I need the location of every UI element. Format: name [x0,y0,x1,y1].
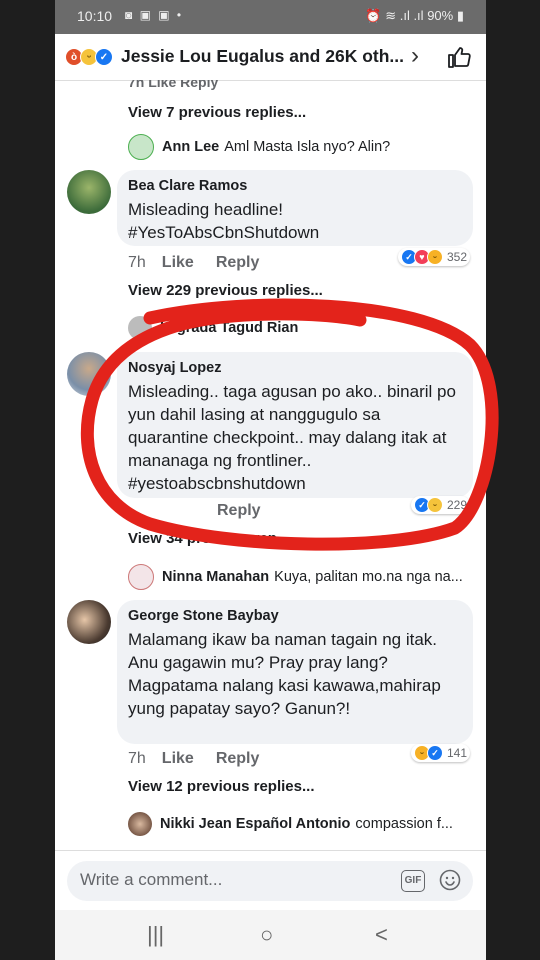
comment-composer: Write a comment... GIF [55,850,486,911]
battery-icon: ▮ [456,8,464,23]
comment-author[interactable]: George Stone Baybay [128,608,461,624]
reply-text: compassion f... [355,816,453,832]
reply-text: Kuya, palitan mo.na nga na... [274,569,463,585]
reaction-count-badge[interactable]: ✓ ♥ ᵕ 352 [397,248,470,266]
comment-actions: 7h Like Reply [128,750,281,768]
cut-actions-row: 7h Like Reply [128,80,219,90]
status-time: 10:10 [77,8,113,24]
comment-author[interactable]: Bea Clare Ramos [128,178,461,194]
emoji-icon[interactable] [439,869,461,891]
reply-author[interactable]: Nikki Jean Español Antonio [160,816,350,832]
status-right: ⏰ ≋ .ıl .ıl 90% ▮ [365,8,464,24]
reply-button[interactable]: Reply [216,750,260,767]
avatar[interactable] [67,352,111,396]
comment-bubble[interactable]: George Stone Baybay Malamang ikaw ba nam… [117,600,473,744]
android-nav-bar: ||| ○ < [55,910,486,960]
reply-preview[interactable]: Nikki Jean Español Antonio compassion f.… [128,812,453,836]
like-reaction-icon: ✓ [426,745,443,761]
chevron-right-icon[interactable]: › [411,42,419,70]
reaction-count: 141 [446,746,467,760]
comment-text: Malamang ikaw ba naman tagain ng itak. A… [128,630,441,718]
signal-icons: ⏰ ≋ .ıl .ıl [365,8,424,23]
comment-actions: Reply [217,502,283,520]
reply-button[interactable]: Reply [216,254,260,271]
comment-text: Misleading headline! #YesToAbsCbnShutdow… [128,200,320,242]
like-button-icon[interactable] [447,46,471,68]
gif-icon[interactable]: GIF [401,870,425,892]
avatar[interactable] [67,600,111,644]
like-button[interactable]: Like [162,254,194,271]
view-previous-replies-link[interactable]: View 12 previous replies... [128,778,314,795]
reply-button[interactable]: Reply [217,502,261,519]
reactors-title[interactable]: Jessie Lou Eugalus and 26K oth... [121,46,404,67]
reaction-count-badge[interactable]: ✓ ᵕ 229 [410,496,470,514]
view-previous-replies-link[interactable]: View 7 previous replies... [128,104,306,121]
reaction-count-badge[interactable]: ᵕ ✓ 141 [410,744,470,762]
phone-screen: 10:10 ◙ ▣ ▣ • ⏰ ≋ .ıl .ıl 90% ▮ ò ᵕ ✓ Je… [55,0,486,960]
avatar [128,564,154,590]
reaction-count: 229 [446,498,467,512]
comment-placeholder: Write a comment... [80,870,223,889]
battery-level: 90% [427,8,454,23]
sad-reaction-icon: ᵕ [426,497,443,513]
comment-bubble[interactable]: Bea Clare Ramos Misleading headline! #Ye… [117,170,473,246]
reply-author[interactable]: Ninna Manahan [162,569,269,585]
comment-author[interactable]: Nosyaj Lopez [128,360,461,376]
like-button[interactable]: Like [162,750,194,767]
avatar [128,134,154,160]
reply-author[interactable]: Lagrada Tagud Rian [160,320,298,336]
like-reaction-icon: ✓ [95,48,113,66]
avatar [128,812,152,836]
comment-bubble[interactable]: Nosyaj Lopez Misleading.. taga agusan po… [117,352,473,498]
reply-preview[interactable]: Lagrada Tagud Rian [128,316,303,340]
view-previous-replies-link[interactable]: View 229 previous replies... [128,282,323,299]
recent-apps-icon[interactable]: ||| [147,922,164,948]
comment-actions: 7h Like Reply [128,254,281,272]
reaction-count: 352 [446,250,467,264]
reply-preview[interactable]: Ninna Manahan Kuya, palitan mo.na nga na… [128,564,463,590]
view-previous-replies-link[interactable]: View 34 previous rep [128,530,277,547]
avatar[interactable] [67,170,111,214]
notification-icons: ◙ ▣ ▣ • [125,8,184,22]
comments-list[interactable]: 7h Like Reply View 7 previous replies...… [55,80,486,850]
comment-input[interactable]: Write a comment... GIF [67,861,473,901]
back-icon[interactable]: < [375,922,388,948]
haha-reaction-icon: ᵕ [426,249,443,265]
comment-time: 7h [128,750,146,767]
home-icon[interactable]: ○ [260,922,273,948]
reactions-header[interactable]: ò ᵕ ✓ Jessie Lou Eugalus and 26K oth... … [55,34,486,81]
reply-text: Aml Masta Isla nyo? Alin? [224,139,391,155]
status-bar: 10:10 ◙ ▣ ▣ • ⏰ ≋ .ıl .ıl 90% ▮ [55,0,486,34]
comment-time: 7h [128,254,146,271]
reply-author[interactable]: Ann Lee [162,139,219,155]
comment-text: Misleading.. taga agusan po ako.. binari… [128,382,456,493]
reply-preview[interactable]: Ann Lee Aml Masta Isla nyo? Alin? [128,134,390,160]
reaction-icons: ò ᵕ ✓ [65,48,113,66]
avatar [128,316,152,340]
